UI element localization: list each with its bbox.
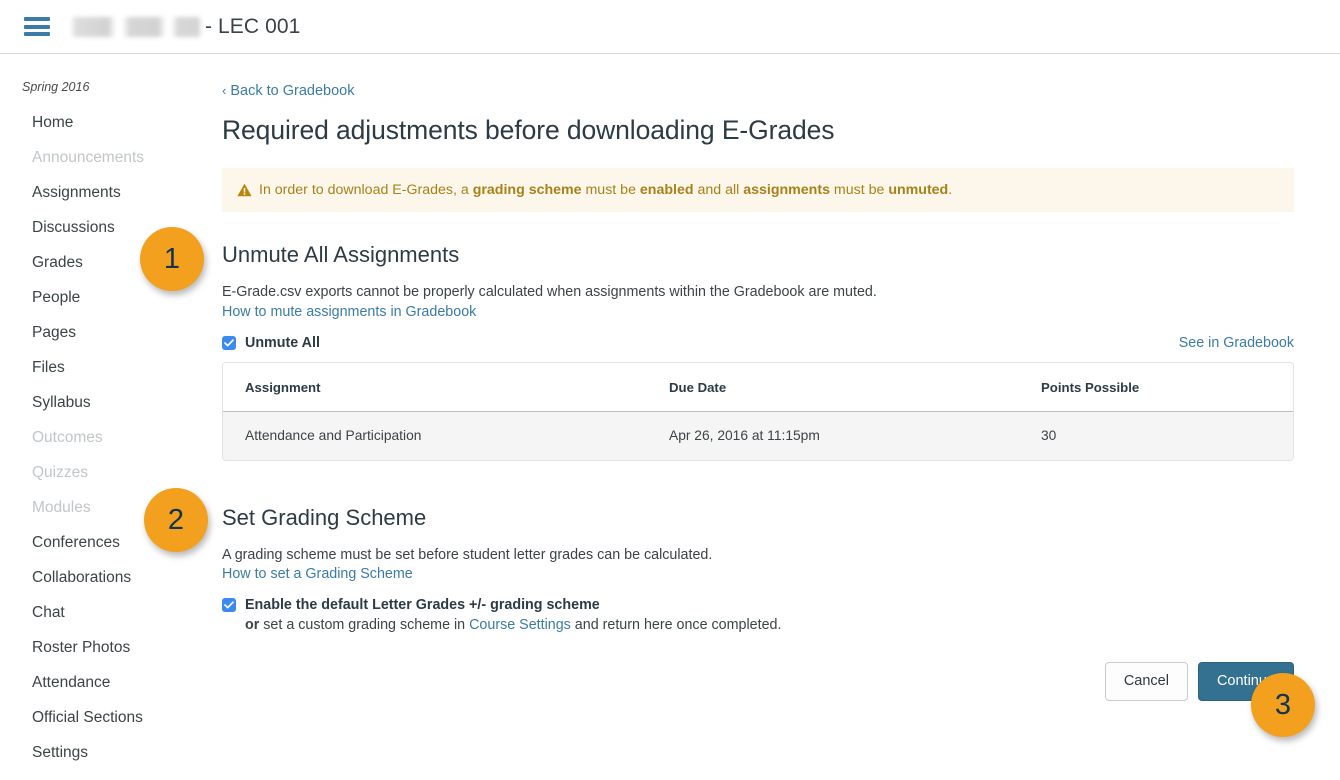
course-navigation-sidebar: Spring 2016 Home Announcements Assignments… (0, 54, 212, 770)
hamburger-bar (24, 32, 50, 36)
custom-scheme-text-1: set a custom grading scheme in (259, 617, 470, 634)
muted-assignments-table: Assignment Due Date Points Possible Attend… (223, 362, 1293, 460)
enable-default-scheme-checkbox[interactable] (222, 598, 236, 613)
back-link-label: Back to Gradebook (230, 83, 355, 99)
sidebar-item-home[interactable]: Home (0, 106, 212, 141)
unmute-section-description: E-Grade.csv exports cannot be properly c… (222, 284, 877, 301)
enable-default-scheme-label: Enable the default Letter Grades +/- gra… (245, 597, 600, 614)
table-header-points-possible: Points Possible (1019, 362, 1293, 412)
or-emphasis: or (245, 617, 260, 634)
chevron-left-icon: ‹ (222, 83, 227, 98)
custom-scheme-note: or set a custom grading scheme in Course… (222, 616, 1294, 635)
main-content: ‹ Back to Gradebook Required adjustments … (212, 54, 1340, 770)
scheme-section-title: Set Grading Scheme (222, 504, 427, 530)
unmute-all-checkbox[interactable] (222, 335, 236, 350)
action-button-row: Cancel Continue (222, 662, 1294, 702)
sidebar-item-quizzes: Quizzes (32, 463, 88, 481)
alert-text: In order to download E-Grades, a grading… (259, 182, 953, 198)
course-section-label: - LEC 001 (205, 14, 301, 38)
annotation-badge-2: 2 (144, 488, 208, 552)
sidebar-item-official-sections[interactable]: Official Sections (0, 700, 212, 735)
term-label: Spring 2016 (22, 80, 90, 94)
table-body: Attendance and Participation Apr 26, 2016… (223, 411, 1293, 460)
top-bar: - LEC 001 (0, 0, 1340, 54)
sidebar-item-announcements: Announcements (32, 149, 145, 167)
table-header-assignment: Assignment (223, 362, 647, 412)
sidebar-item-outcomes: Outcomes (32, 428, 103, 446)
sidebar-item-chat[interactable]: Chat (0, 596, 212, 631)
cancel-button[interactable]: Cancel (1104, 662, 1188, 702)
custom-scheme-text-2: and return here once completed. (570, 617, 782, 634)
unmute-all-checkbox-row: Unmute All See in Gradebook (222, 335, 1294, 351)
hamburger-bar (24, 17, 50, 21)
annotation-badge-3: 3 (1251, 673, 1315, 737)
warning-triangle-icon (237, 183, 252, 197)
see-in-gradebook-link[interactable]: See in Gradebook (1179, 335, 1294, 351)
scheme-section-description: A grading scheme must be set before stud… (222, 546, 713, 563)
hamburger-menu-icon[interactable] (24, 17, 50, 36)
set-grading-scheme-section: Set Grading Scheme A grading scheme must… (222, 504, 1294, 702)
sidebar-item-assignments[interactable]: Assignments (0, 176, 212, 211)
table-cell: Apr 26, 2016 at 11:15pm (647, 411, 1019, 460)
table-header-due-date: Due Date (647, 362, 1019, 412)
table-cell: Attendance and Participation (223, 411, 647, 460)
table-row: Attendance and Participation Apr 26, 2016… (223, 411, 1293, 460)
muted-assignments-table-wrapper: Assignment Due Date Points Possible Attend… (222, 361, 1294, 461)
sidebar-item-collaborations[interactable]: Collaborations (0, 561, 212, 596)
back-to-gradebook-link[interactable]: ‹ Back to Gradebook (222, 83, 354, 99)
sidebar-item-syllabus[interactable]: Syllabus (0, 386, 212, 421)
course-settings-link[interactable]: Course Settings (469, 617, 571, 633)
table-header-row: Assignment Due Date Points Possible (223, 362, 1293, 412)
table-cell: 30 (1019, 411, 1293, 460)
how-to-set-grading-scheme-link[interactable]: How to set a Grading Scheme (222, 566, 413, 582)
page-title: Required adjustments before downloading … (222, 115, 835, 145)
unmute-all-label: Unmute All (245, 334, 320, 351)
redacted-course-name (70, 16, 202, 37)
table-head: Assignment Due Date Points Possible (223, 362, 1293, 412)
nav-list: Home Announcements Assignments Discussions G… (0, 106, 212, 770)
annotation-badge-1: 1 (140, 227, 204, 291)
sidebar-item-roster-photos[interactable]: Roster Photos (0, 631, 212, 666)
sidebar-item-files[interactable]: Files (0, 351, 212, 386)
hamburger-bar (24, 24, 50, 29)
enable-default-scheme-checkbox-row: Enable the default Letter Grades +/- gra… (222, 597, 1294, 613)
requirements-alert: In order to download E-Grades, a grading… (222, 168, 1294, 213)
sidebar-item-pages[interactable]: Pages (0, 316, 212, 351)
course-title: - LEC 001 (70, 15, 300, 39)
sidebar-item-attendance[interactable]: Attendance (0, 666, 212, 701)
how-to-mute-assignments-link[interactable]: How to mute assignments in Gradebook (222, 304, 476, 320)
sidebar-item-settings[interactable]: Settings (0, 735, 212, 770)
page-layout: Spring 2016 Home Announcements Assignments… (0, 54, 1340, 770)
unmute-all-assignments-section: Unmute All Assignments E-Grade.csv expor… (222, 242, 1294, 461)
unmute-section-title: Unmute All Assignments (222, 242, 460, 268)
